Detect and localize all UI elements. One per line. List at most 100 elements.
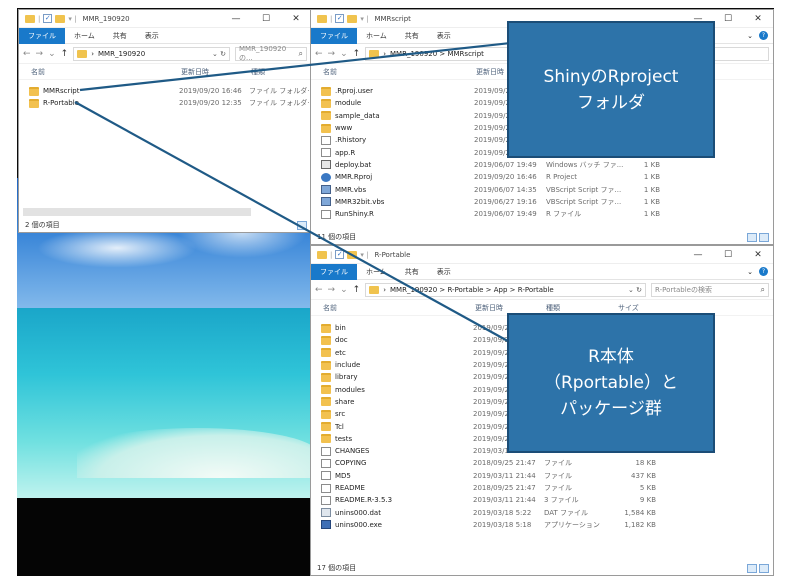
breadcrumb[interactable]: MMR_190920 > MMRscript xyxy=(390,50,484,58)
search-input[interactable]: R-Portableの検索 ⌕ xyxy=(651,282,769,297)
help-icon[interactable]: ? xyxy=(759,267,768,276)
tab-view[interactable]: 表示 xyxy=(428,264,460,280)
file-name: modules xyxy=(335,385,365,394)
back-arrow-icon[interactable]: ← xyxy=(315,49,323,59)
large-icons-view-icon[interactable] xyxy=(759,232,769,242)
address-bar[interactable]: › MMR_190920 > R-Portable > App > R-Port… xyxy=(365,282,646,297)
file-row[interactable]: unins000.dat 2019/03/18 5:22 DAT ファイル 1,584… xyxy=(311,506,773,518)
address-bar[interactable]: › MMR_190920 ⌄ ↻ xyxy=(73,46,230,61)
refresh-icon[interactable]: ⌄ ↻ xyxy=(212,50,226,58)
recent-dropdown-icon[interactable]: ⌄ xyxy=(340,49,348,59)
back-arrow-icon[interactable]: ← xyxy=(23,49,31,59)
back-arrow-icon[interactable]: ← xyxy=(315,285,323,295)
up-arrow-icon[interactable]: ↑ xyxy=(353,49,361,59)
new-folder-icon[interactable] xyxy=(347,250,358,259)
file-type: R Project xyxy=(546,173,578,182)
forward-arrow-icon[interactable]: → xyxy=(36,49,44,59)
file-icon xyxy=(321,148,331,158)
forward-arrow-icon[interactable]: → xyxy=(328,49,336,59)
refresh-icon[interactable]: ⌄ ↻ xyxy=(628,286,642,294)
tab-share[interactable]: 共有 xyxy=(396,28,428,44)
file-type: Windows バッチ ファ... xyxy=(546,160,624,169)
large-icons-view-icon[interactable] xyxy=(759,563,769,573)
file-row[interactable]: R-Portable 2019/09/20 12:35 ファイル フォルダー xyxy=(19,97,311,109)
expand-ribbon-icon[interactable]: ⌄ xyxy=(747,268,753,276)
file-row[interactable]: RunShiny.R 2019/06/07 19:49 R ファイル 1 KB xyxy=(311,208,773,220)
column-name[interactable]: 名前 xyxy=(323,303,475,313)
column-date[interactable]: 更新日時 xyxy=(181,67,251,77)
customize-dropdown-icon[interactable]: ▾ | xyxy=(68,15,76,23)
recent-dropdown-icon[interactable]: ⌄ xyxy=(340,285,348,295)
column-type[interactable]: 種類 xyxy=(251,67,311,77)
search-icon[interactable]: ⌕ xyxy=(761,285,765,295)
customize-dropdown-icon[interactable]: ▾ | xyxy=(360,15,368,23)
tab-home[interactable]: ホーム xyxy=(357,28,396,44)
file-row[interactable]: unins000.exe 2019/03/18 5:18 アプリケーション 1,182… xyxy=(311,519,773,531)
file-row[interactable]: MMR32bit.vbs 2019/06/27 19:16 VBScript Scr… xyxy=(311,196,773,208)
file-row[interactable]: MD5 2019/03/11 21:44 ファイル 437 KB xyxy=(311,470,773,482)
file-row[interactable]: README 2018/09/25 21:47 ファイル 5 KB xyxy=(311,482,773,494)
file-row[interactable]: COPYING 2018/09/25 21:47 ファイル 18 KB xyxy=(311,457,773,469)
folder-icon xyxy=(369,49,380,58)
column-type[interactable]: 種類 xyxy=(546,303,618,313)
expand-ribbon-icon[interactable]: ⌄ xyxy=(747,32,753,40)
details-view-icon[interactable] xyxy=(747,563,757,573)
file-row[interactable]: MMR.Rproj 2019/09/20 16:46 R Project 1 KB xyxy=(311,171,773,183)
file-name: bin xyxy=(335,324,346,333)
bat-icon xyxy=(321,160,331,170)
close-button[interactable]: ✕ xyxy=(743,246,773,263)
file-date: 2019/06/07 14:35 xyxy=(474,185,537,194)
column-name[interactable]: 名前 xyxy=(31,67,181,77)
folder-icon xyxy=(321,397,331,407)
search-input[interactable]: MMR_190920の... ⌕ xyxy=(235,45,307,62)
file-size: 9 KB xyxy=(639,496,656,505)
details-view-icon[interactable] xyxy=(297,220,307,230)
tab-share[interactable]: 共有 xyxy=(396,264,428,280)
tab-home[interactable]: ホーム xyxy=(357,264,396,280)
close-button[interactable]: ✕ xyxy=(743,10,773,27)
title-bar[interactable]: | ✓ ▾ | MMR_190920 — ☐ ✕ xyxy=(19,10,311,28)
help-icon[interactable]: ? xyxy=(759,31,768,40)
horizontal-scrollbar[interactable] xyxy=(23,208,251,216)
breadcrumb-separator: › xyxy=(383,49,386,58)
properties-icon[interactable]: ✓ xyxy=(335,250,345,259)
file-row[interactable]: MMR.vbs 2019/06/07 14:35 VBScript Script フ… xyxy=(311,183,773,195)
minimize-button[interactable]: — xyxy=(683,246,713,263)
tab-file[interactable]: ファイル xyxy=(19,27,65,44)
minimize-button[interactable]: — xyxy=(221,10,251,27)
column-size[interactable]: サイズ xyxy=(618,303,658,313)
file-date: 2018/09/25 21:47 xyxy=(473,459,536,468)
tab-view[interactable]: 表示 xyxy=(136,28,168,44)
file-date: 2019/06/27 19:16 xyxy=(474,197,537,206)
forward-arrow-icon[interactable]: → xyxy=(328,285,336,295)
tab-view[interactable]: 表示 xyxy=(428,28,460,44)
column-name[interactable]: 名前 xyxy=(323,67,476,77)
properties-icon[interactable]: ✓ xyxy=(335,14,345,23)
customize-dropdown-icon[interactable]: ▾ | xyxy=(360,251,368,259)
details-view-icon[interactable] xyxy=(747,232,757,242)
maximize-button[interactable]: ☐ xyxy=(713,10,743,27)
file-row[interactable]: deploy.bat 2019/06/07 19:49 Windows バッチ ファ… xyxy=(311,159,773,171)
title-bar[interactable]: | ✓ ▾ | R-Portable — ☐ ✕ xyxy=(311,246,773,264)
file-row[interactable]: README.R-3.5.3 2019/03/11 21:44 3 ファイル 9 KB xyxy=(311,494,773,506)
tab-share[interactable]: 共有 xyxy=(104,28,136,44)
maximize-button[interactable]: ☐ xyxy=(251,10,281,27)
tab-home[interactable]: ホーム xyxy=(65,28,104,44)
up-arrow-icon[interactable]: ↑ xyxy=(353,285,361,295)
close-button[interactable]: ✕ xyxy=(281,10,311,27)
column-date[interactable]: 更新日時 xyxy=(475,303,546,313)
breadcrumb[interactable]: MMR_190920 > R-Portable > App > R-Portab… xyxy=(390,286,554,294)
breadcrumb[interactable]: MMR_190920 xyxy=(98,50,145,58)
item-count: 2 個の項目 xyxy=(25,221,60,229)
search-icon[interactable]: ⌕ xyxy=(299,49,303,59)
properties-icon[interactable]: ✓ xyxy=(43,14,53,23)
file-size: 1 KB xyxy=(643,185,660,194)
new-folder-icon[interactable] xyxy=(55,14,66,23)
up-arrow-icon[interactable]: ↑ xyxy=(61,49,69,59)
file-row[interactable]: MMRscript 2019/09/20 16:46 ファイル フォルダー xyxy=(19,85,311,97)
tab-file[interactable]: ファイル xyxy=(311,27,357,44)
recent-dropdown-icon[interactable]: ⌄ xyxy=(48,49,56,59)
tab-file[interactable]: ファイル xyxy=(311,263,357,280)
new-folder-icon[interactable] xyxy=(347,14,358,23)
maximize-button[interactable]: ☐ xyxy=(713,246,743,263)
